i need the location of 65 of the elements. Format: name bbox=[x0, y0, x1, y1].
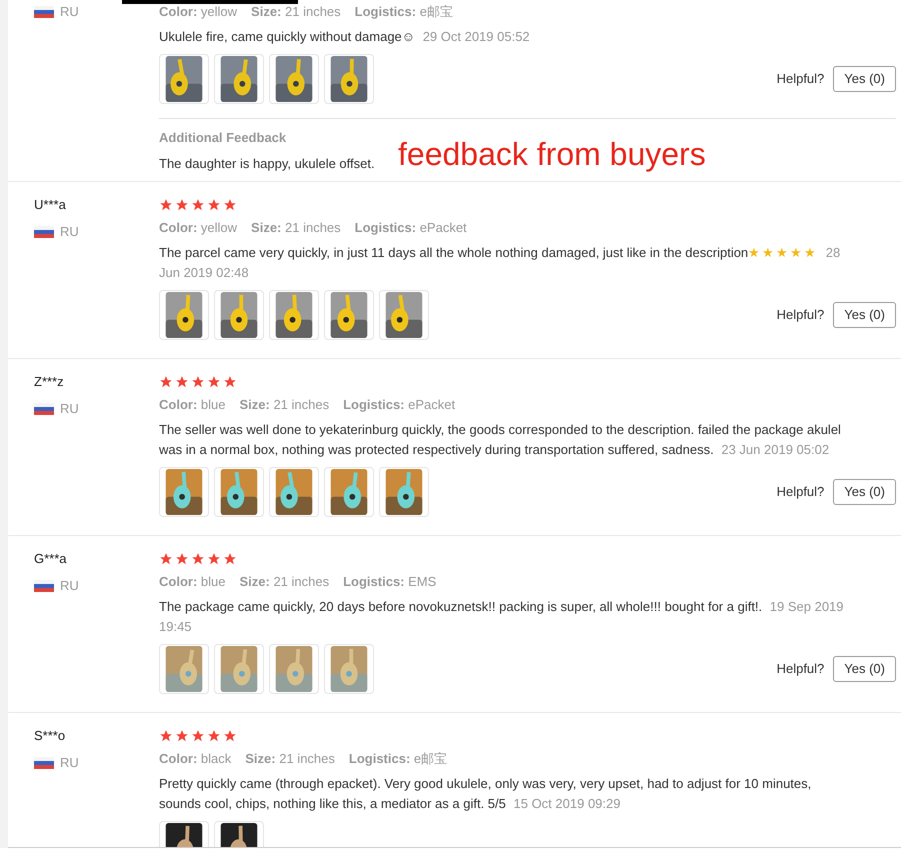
country-code: RU bbox=[60, 754, 79, 772]
flag-icon bbox=[34, 580, 54, 592]
reviewer-name: G***a bbox=[34, 550, 68, 568]
star-icon bbox=[159, 198, 173, 212]
additional-feedback-text: The daughter is happy, ukulele offset. bbox=[159, 155, 375, 173]
star-icon bbox=[159, 552, 173, 566]
star-icon bbox=[223, 198, 237, 212]
review-text: The package came quickly, 20 days before novokuznetsk!! packing is super, all whole!!! bought for a gift!. 19 Sep 2019 19:45 bbox=[159, 598, 845, 636]
reviewer-name: S***o bbox=[34, 727, 66, 745]
additional-feedback-title: Additional Feedback bbox=[159, 129, 288, 147]
star-icon bbox=[175, 552, 189, 566]
product-attribute: Color: blue bbox=[159, 396, 226, 414]
star-icon bbox=[207, 729, 221, 743]
product-attribute: Color: yellow bbox=[159, 219, 238, 237]
product-attribute: Logistics: e邮宝 bbox=[348, 750, 448, 768]
review-text: Pretty quickly came (through epacket). Very good ukulele, only was very, very upset, had to adjust for 10 minutes, sounds cool, chips, nothing like this, a mediator as a gift. 5/5 15 Oct 2019 09:29 bbox=[159, 775, 812, 813]
star-icon bbox=[175, 375, 189, 389]
product-attribute: Logistics: ePacket bbox=[343, 396, 456, 414]
country-code: RU bbox=[60, 577, 79, 595]
star-icon bbox=[223, 552, 237, 566]
star-icon bbox=[159, 375, 173, 389]
product-attribute: Size: 21 inches bbox=[239, 573, 330, 591]
product-attribute: Color: blue bbox=[159, 573, 226, 591]
product-attribute: Size: 21 inches bbox=[239, 396, 330, 414]
star-icon bbox=[207, 198, 221, 212]
product-attribute: Logistics: e邮宝 bbox=[354, 3, 453, 21]
helpful-yes-button[interactable]: Yes (0) bbox=[833, 66, 896, 92]
product-attribute: Size: 21 inches bbox=[251, 3, 341, 21]
product-attribute: Color: black bbox=[159, 750, 232, 768]
helpful-label: Helpful? bbox=[776, 483, 824, 502]
review-text: The seller was well done to yekaterinburg quickly, the goods corresponded to the description. failed the package akulel was in a normal box, nothing was protected respectively during transportation suffered, sadness. 23 Jun 2019 05:02 bbox=[159, 421, 842, 459]
country-code: RU bbox=[60, 3, 79, 21]
reviewer-name: U***a bbox=[34, 196, 67, 214]
star-icon bbox=[191, 198, 205, 212]
helpful-yes-button[interactable]: Yes (0) bbox=[833, 656, 896, 682]
product-attribute: Size: 21 inches bbox=[251, 219, 341, 237]
flag-icon bbox=[34, 757, 54, 769]
star-icon bbox=[175, 198, 189, 212]
star-icon bbox=[191, 552, 205, 566]
star-icon bbox=[191, 375, 205, 389]
product-attribute: Size: 21 inches bbox=[245, 750, 335, 768]
star-icon bbox=[191, 729, 205, 743]
star-icon bbox=[207, 552, 221, 566]
star-icon bbox=[223, 375, 237, 389]
product-attribute: Logistics: ePacket bbox=[354, 219, 467, 237]
helpful-yes-button[interactable]: Yes (0) bbox=[833, 479, 896, 505]
review-text: Ukulele fire, came quickly without damage☺ 29 Oct 2019 05:52 bbox=[159, 28, 531, 46]
annotation-text: feedback from buyers bbox=[398, 135, 706, 174]
flag-icon bbox=[34, 6, 54, 18]
reviewer-name: Z***z bbox=[34, 373, 65, 391]
product-attribute: Color: yellow bbox=[159, 3, 238, 21]
helpful-label: Helpful? bbox=[776, 70, 824, 88]
country-code: RU bbox=[60, 223, 79, 241]
star-icon bbox=[223, 729, 237, 743]
product-attribute: Logistics: EMS bbox=[343, 573, 436, 591]
helpful-label: Helpful? bbox=[776, 306, 824, 324]
star-icon bbox=[207, 375, 221, 389]
helpful-yes-button[interactable]: Yes (0) bbox=[833, 302, 896, 328]
helpful-label: Helpful? bbox=[776, 660, 824, 678]
country-code: RU bbox=[60, 400, 79, 418]
star-icon bbox=[175, 729, 189, 743]
star-icon bbox=[159, 729, 173, 743]
review-text: The parcel came very quickly, in just 11 days all the whole nothing damaged, just like in the description★★★★★ 28 Jun 2019 02:48 bbox=[159, 244, 842, 282]
flag-icon bbox=[34, 226, 54, 238]
flag-icon bbox=[34, 403, 54, 415]
